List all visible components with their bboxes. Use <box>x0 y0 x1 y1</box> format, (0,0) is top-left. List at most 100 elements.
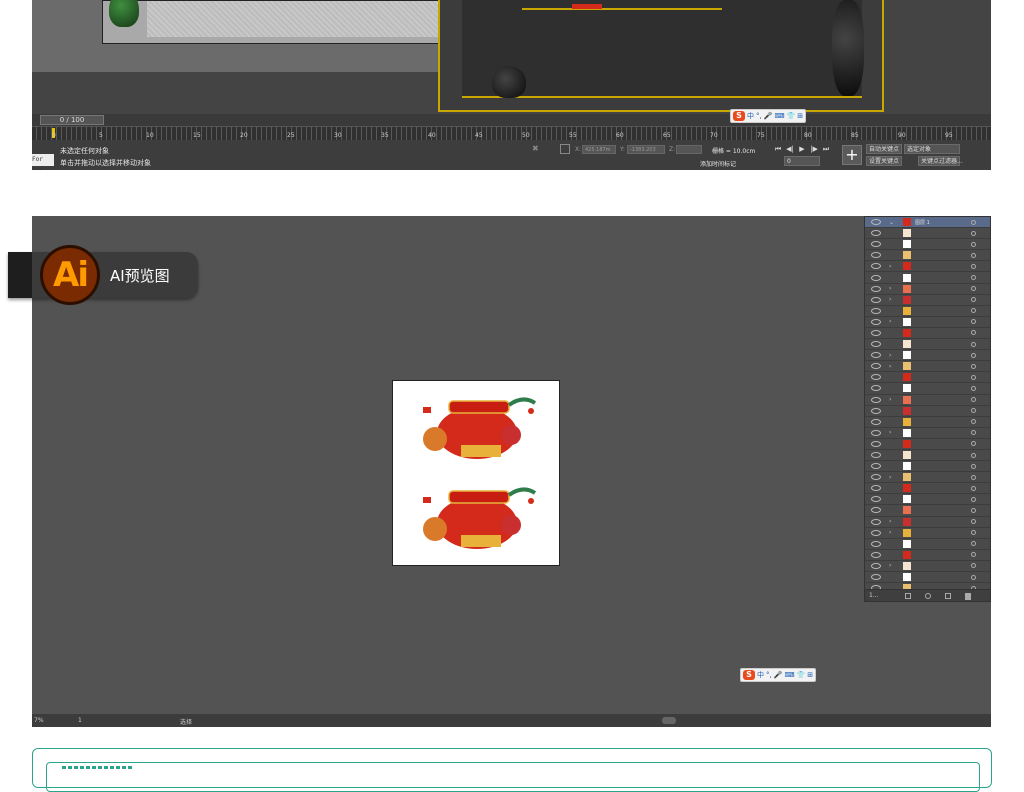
layer-row[interactable] <box>865 272 990 284</box>
layer-row[interactable] <box>865 461 990 473</box>
layer-top[interactable]: ⌄ 图层 1 <box>865 217 990 229</box>
layer-row[interactable] <box>865 372 990 384</box>
target-icon[interactable] <box>971 397 976 403</box>
trash-icon[interactable] <box>965 593 971 600</box>
eye-icon[interactable] <box>871 496 881 503</box>
target-icon[interactable] <box>971 441 976 447</box>
chevron-right-icon[interactable]: › <box>889 285 899 292</box>
chevron-down-icon[interactable]: ⌄ <box>889 219 899 226</box>
ime-lang-toggle[interactable]: 中 <box>747 111 754 121</box>
chevron-right-icon[interactable]: › <box>889 429 899 436</box>
eye-icon[interactable] <box>871 507 881 514</box>
target-icon[interactable] <box>971 263 976 269</box>
maxscript-listener[interactable]: For All <box>32 154 54 170</box>
layer-row[interactable]: › <box>865 528 990 539</box>
ime-menu-icon[interactable]: ⊞ <box>797 111 803 121</box>
target-icon[interactable] <box>971 496 976 502</box>
eye-icon[interactable] <box>871 263 881 270</box>
eye-icon[interactable] <box>871 241 881 248</box>
layer-row[interactable] <box>865 483 990 495</box>
target-icon[interactable] <box>971 286 976 292</box>
layer-row[interactable]: › <box>865 350 990 362</box>
goto-end-button[interactable]: ⏭ <box>820 144 832 154</box>
scrollbar-thumb[interactable] <box>662 717 676 724</box>
chevron-right-icon[interactable]: › <box>889 296 899 303</box>
ime-keyboard-icon[interactable]: ⌨ <box>784 670 794 680</box>
eye-icon[interactable] <box>871 219 881 226</box>
ime-toolbar[interactable]: S 中 °, 🎤 ⌨ 👕 ⊞ <box>740 668 817 682</box>
timeline-track[interactable] <box>32 126 991 140</box>
target-icon[interactable] <box>971 230 976 236</box>
eye-icon[interactable] <box>871 307 881 314</box>
layer-row[interactable]: › <box>865 517 990 528</box>
layer-row[interactable] <box>865 328 990 340</box>
layer-row[interactable]: › <box>865 317 990 328</box>
target-icon[interactable] <box>971 519 976 525</box>
layer-row[interactable]: › <box>865 561 990 572</box>
auto-key-button[interactable]: 自动关键点 <box>866 144 903 154</box>
eye-icon[interactable] <box>871 385 881 392</box>
target-icon[interactable] <box>971 352 976 358</box>
eye-icon[interactable] <box>871 529 881 536</box>
zoom-level[interactable]: 7% <box>34 717 44 724</box>
target-icon[interactable] <box>971 507 976 513</box>
eye-icon[interactable] <box>871 518 881 525</box>
ime-toolbar[interactable]: S 中 °, 🎤 ⌨ 👕 ⊞ <box>730 109 807 123</box>
target-icon[interactable] <box>971 563 976 569</box>
ime-skin-icon[interactable]: 👕 <box>797 670 806 680</box>
layer-row[interactable] <box>865 228 990 240</box>
new-layer-icon[interactable] <box>945 593 951 599</box>
eye-icon[interactable] <box>871 352 881 359</box>
prev-frame-button[interactable]: ◀| <box>784 144 796 154</box>
target-icon[interactable] <box>971 452 976 458</box>
eye-icon[interactable] <box>871 440 881 447</box>
chevron-right-icon[interactable]: › <box>889 263 899 270</box>
target-icon[interactable] <box>971 252 976 258</box>
locate-icon[interactable] <box>925 593 931 599</box>
eye-icon[interactable] <box>871 329 881 336</box>
key-filters-button[interactable]: 关键点过滤器... <box>918 156 963 166</box>
key-mode-select[interactable]: 选定对象 <box>904 144 960 154</box>
target-icon[interactable] <box>971 319 976 325</box>
export-icon[interactable] <box>905 593 911 599</box>
layer-row[interactable] <box>865 417 990 428</box>
chevron-right-icon[interactable]: › <box>889 518 899 525</box>
goto-start-button[interactable]: ⏮ <box>772 144 784 154</box>
target-icon[interactable] <box>971 530 976 536</box>
eye-icon[interactable] <box>871 285 881 292</box>
coord-x-field[interactable]: 425.187m <box>582 145 616 154</box>
time-slider[interactable]: 0 / 100 <box>40 115 104 125</box>
eye-icon[interactable] <box>871 463 881 470</box>
eye-icon[interactable] <box>871 551 881 558</box>
ime-punct-icon[interactable]: °, <box>756 111 762 121</box>
chevron-right-icon[interactable]: › <box>889 363 899 370</box>
ime-skin-icon[interactable]: 👕 <box>787 111 796 121</box>
eye-icon[interactable] <box>871 429 881 436</box>
eye-icon[interactable] <box>871 374 881 381</box>
target-icon[interactable] <box>971 430 976 436</box>
layer-row[interactable] <box>865 505 990 517</box>
layer-row[interactable]: › <box>865 361 990 373</box>
set-key-button[interactable]: 设置关键点 <box>866 156 903 166</box>
eye-icon[interactable] <box>871 296 881 303</box>
target-icon[interactable] <box>971 552 976 558</box>
chevron-right-icon[interactable]: › <box>889 352 899 359</box>
layer-row[interactable]: › <box>865 295 990 306</box>
ime-menu-icon[interactable]: ⊞ <box>807 670 813 680</box>
eye-icon[interactable] <box>871 252 881 259</box>
ime-mic-icon[interactable]: 🎤 <box>774 670 783 680</box>
layer-row[interactable]: › <box>865 284 990 295</box>
absolute-mode-icon[interactable] <box>560 144 570 154</box>
current-frame-field[interactable]: 0 <box>784 156 820 166</box>
ime-lang-toggle[interactable]: 中 <box>757 670 764 680</box>
target-icon[interactable] <box>971 330 976 336</box>
eye-icon[interactable] <box>871 230 881 237</box>
coord-y-field[interactable]: -1383.203 <box>627 145 665 154</box>
layer-name[interactable]: 图层 1 <box>915 219 955 226</box>
layer-row[interactable] <box>865 550 990 561</box>
target-icon[interactable] <box>971 308 976 314</box>
chevron-right-icon[interactable]: › <box>889 562 899 569</box>
next-frame-button[interactable]: |▶ <box>808 144 820 154</box>
layer-row[interactable] <box>865 250 990 262</box>
chevron-right-icon[interactable]: › <box>889 529 899 536</box>
